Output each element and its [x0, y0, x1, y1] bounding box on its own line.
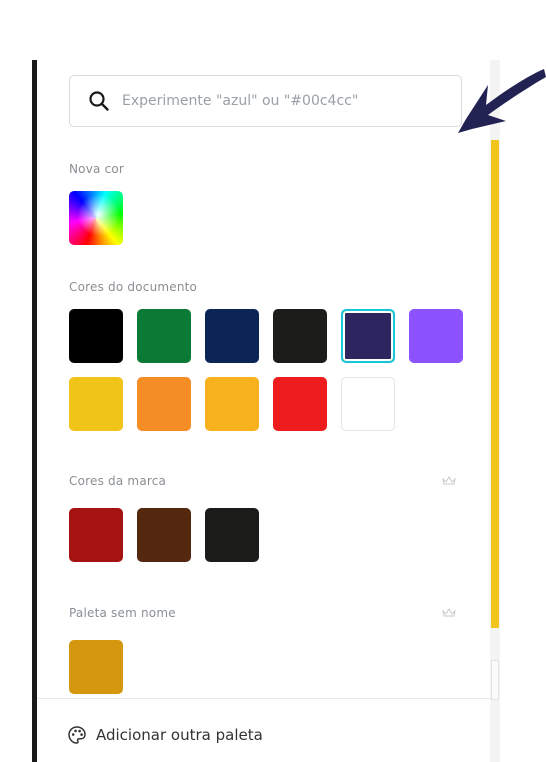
- color-swatch[interactable]: [69, 377, 123, 431]
- color-swatch[interactable]: [69, 309, 123, 363]
- color-swatch[interactable]: [341, 309, 395, 363]
- color-swatch[interactable]: [273, 377, 327, 431]
- arrow-icon: [458, 69, 546, 133]
- scrollbar-thumb[interactable]: [491, 140, 499, 628]
- color-swatch[interactable]: [69, 508, 123, 562]
- color-swatch[interactable]: [69, 640, 123, 694]
- color-swatch[interactable]: [273, 309, 327, 363]
- color-swatch[interactable]: [137, 377, 191, 431]
- scrollbar-lower-segment: [491, 660, 499, 700]
- new-color-label: Nova cor: [69, 162, 125, 176]
- unnamed-palette-label: Paleta sem nome: [69, 606, 176, 620]
- color-swatch[interactable]: [205, 377, 259, 431]
- document-colors-label: Cores do documento: [69, 280, 198, 294]
- color-swatch[interactable]: [137, 309, 191, 363]
- color-picker-panel: Nova cor Cores do documento Cores da mar…: [37, 60, 490, 762]
- search-icon: [89, 91, 109, 111]
- crown-icon: [442, 608, 456, 617]
- new-color-button[interactable]: [69, 191, 123, 245]
- brand-colors-label: Cores da marca: [69, 474, 167, 488]
- color-search-box[interactable]: [69, 75, 462, 127]
- add-palette-label: Adicionar outra paleta: [96, 726, 263, 744]
- footer-divider: [37, 698, 490, 699]
- crown-icon: [442, 476, 456, 485]
- color-swatch[interactable]: [341, 377, 395, 431]
- color-search-input[interactable]: [122, 93, 442, 109]
- add-palette-button[interactable]: Adicionar outra paleta: [67, 720, 263, 750]
- color-swatch[interactable]: [205, 508, 259, 562]
- color-swatch[interactable]: [409, 309, 463, 363]
- color-swatch[interactable]: [205, 309, 259, 363]
- color-swatch[interactable]: [137, 508, 191, 562]
- palette-icon: [68, 726, 86, 744]
